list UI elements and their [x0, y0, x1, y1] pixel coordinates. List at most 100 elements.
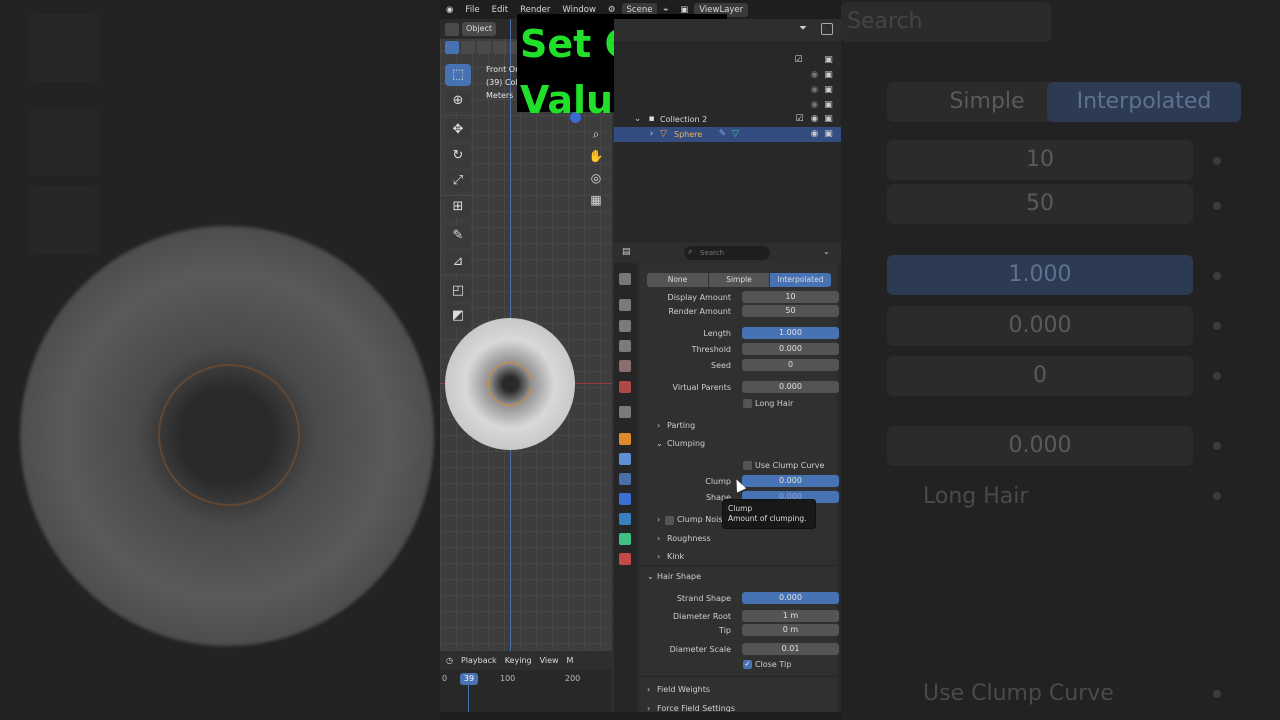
chevron-right-icon[interactable]: › — [657, 421, 660, 430]
chevron-down-icon[interactable]: ⌄ — [647, 572, 654, 581]
measure-icon[interactable]: ⊿ — [445, 251, 471, 273]
chevron-right-icon[interactable]: › — [657, 534, 660, 543]
modifier-tab-icon[interactable] — [619, 453, 631, 465]
diameter-scale-field[interactable]: 0.01 — [742, 643, 839, 655]
expand-arrow-icon[interactable]: › — [646, 129, 657, 140]
chevron-down-icon[interactable]: ⌄ — [823, 247, 830, 256]
mode-interpolated-button[interactable]: Interpolated — [770, 273, 831, 287]
constraints-tab-icon[interactable] — [619, 513, 631, 525]
mesh-data-icon[interactable]: ▽ — [730, 129, 741, 140]
render-camera-icon[interactable]: ▣ — [823, 85, 834, 96]
render-camera-icon[interactable]: ▣ — [823, 114, 834, 125]
mode-none-button[interactable]: None — [647, 273, 708, 287]
data-tab-icon[interactable] — [619, 533, 631, 545]
seed-field[interactable]: 0 — [742, 359, 839, 371]
clump-field[interactable]: 0.000 — [742, 475, 839, 487]
threshold-field[interactable]: 0.000 — [742, 343, 839, 355]
rotate-icon[interactable]: ↻ — [445, 145, 471, 167]
clump-noise-checkbox[interactable] — [665, 516, 674, 525]
tip-field[interactable]: 0 m — [742, 624, 839, 636]
blender-logo-icon[interactable]: ◉ — [440, 5, 459, 15]
eye-icon[interactable]: ◉ — [809, 129, 820, 140]
object-tab-icon[interactable] — [619, 433, 631, 445]
use-clump-curve-checkbox[interactable] — [743, 461, 752, 470]
eye-icon[interactable]: ◉ — [809, 100, 820, 111]
subpanel-kink[interactable]: Kink — [667, 552, 684, 561]
long-hair-checkbox[interactable] — [743, 399, 752, 408]
chevron-right-icon[interactable]: › — [657, 552, 660, 561]
menu-render[interactable]: Render — [514, 5, 556, 15]
chevron-right-icon[interactable]: › — [657, 515, 660, 524]
virtual-parents-field[interactable]: 0.000 — [742, 381, 839, 393]
transform-icon[interactable]: ⊞ — [445, 196, 471, 218]
editor-type-icon[interactable]: ▤ — [622, 247, 631, 257]
editor-type-icon[interactable]: ◷ — [446, 656, 453, 665]
checkbox-icon[interactable]: ☑ — [793, 55, 804, 66]
checkbox-icon[interactable]: ☑ — [794, 114, 805, 125]
scale-icon[interactable]: ⤢ — [445, 170, 471, 192]
subpanel-parting[interactable]: Parting — [667, 421, 695, 430]
eye-icon[interactable]: ◉ — [809, 85, 820, 96]
menu-marker[interactable]: M — [567, 656, 574, 665]
render-camera-icon[interactable]: ▣ — [823, 129, 834, 140]
particles-tab-icon[interactable] — [619, 473, 631, 485]
mode-simple-button[interactable]: Simple — [709, 273, 769, 287]
select-invert-icon[interactable] — [493, 41, 507, 54]
menu-keying[interactable]: Keying — [505, 656, 532, 665]
panel-field-weights[interactable]: Field Weights — [657, 685, 710, 694]
select-extend-icon[interactable] — [461, 41, 475, 54]
render-camera-icon[interactable]: ▣ — [823, 70, 834, 81]
pan-hand-icon[interactable]: ✋ — [586, 146, 606, 166]
chevron-down-icon[interactable]: ⌄ — [656, 439, 663, 448]
eye-icon[interactable]: ◉ — [809, 70, 820, 81]
tool-tab-icon[interactable] — [619, 273, 631, 285]
scene-icon[interactable]: ⚙ — [602, 5, 622, 15]
length-field[interactable]: 1.000 — [742, 327, 839, 339]
close-tip-checkbox[interactable]: ✓ — [743, 660, 752, 669]
scene-tab-icon[interactable] — [619, 360, 631, 372]
add-object-icon[interactable]: ◩ — [445, 305, 471, 327]
render-tab-icon[interactable] — [619, 299, 631, 311]
collection-tab-icon[interactable] — [619, 406, 631, 418]
output-tab-icon[interactable] — [619, 320, 631, 332]
diameter-root-field[interactable]: 1 m — [742, 610, 839, 622]
add-cube-icon[interactable]: ◰ — [445, 280, 471, 302]
menu-edit[interactable]: Edit — [486, 5, 514, 15]
expand-arrow-icon[interactable]: ⌄ — [632, 114, 643, 125]
grid-icon[interactable]: ▦ — [586, 190, 606, 210]
panel-hair-shape[interactable]: Hair Shape — [657, 572, 701, 581]
render-amount-field[interactable]: 50 — [742, 305, 839, 317]
subpanel-clumping[interactable]: Clumping — [667, 439, 705, 448]
menu-playback[interactable]: Playback — [461, 656, 497, 665]
filter-icon[interactable]: ⏷ — [799, 23, 807, 34]
strand-shape-field[interactable]: 0.000 — [742, 592, 839, 604]
material-tab-icon[interactable] — [619, 553, 631, 565]
select-subtract-icon[interactable] — [477, 41, 491, 54]
modifier-wrench-icon[interactable]: ✎ — [717, 129, 728, 140]
subpanel-clump-noise[interactable]: Clump Noise — [677, 515, 727, 524]
render-camera-icon[interactable]: ▣ — [823, 100, 834, 111]
render-camera-icon[interactable]: ▣ — [823, 55, 834, 66]
outliner-row-collection[interactable]: ⌄ ▪ Collection 2 ☑ ◉ ▣ — [614, 112, 841, 127]
eye-icon[interactable]: ◉ — [809, 114, 820, 125]
outliner-row-sphere[interactable]: › ▽ Sphere ✎ ▽ ◉ ▣ — [614, 127, 841, 142]
menu-file[interactable]: File — [459, 5, 485, 15]
mode-selector[interactable]: Object — [462, 22, 497, 36]
annotate-icon[interactable]: ✎ — [445, 225, 471, 247]
properties-search[interactable]: Search — [684, 246, 770, 260]
cursor-icon[interactable]: ⊕ — [445, 90, 471, 112]
menu-view[interactable]: View — [540, 656, 559, 665]
pin-icon[interactable]: ⌖ — [657, 5, 674, 15]
move-icon[interactable]: ✥ — [445, 119, 471, 141]
current-frame-indicator[interactable]: 39 — [460, 673, 478, 685]
menu-window[interactable]: Window — [556, 5, 602, 15]
view-layer-icon[interactable]: ▣ — [674, 5, 694, 15]
view-layer-tab-icon[interactable] — [619, 340, 631, 352]
select-box-icon[interactable]: ⬚ — [445, 64, 471, 86]
subpanel-roughness[interactable]: Roughness — [667, 534, 711, 543]
select-new-icon[interactable] — [445, 41, 459, 54]
camera-icon[interactable]: ◎ — [586, 168, 606, 188]
world-tab-icon[interactable] — [619, 381, 631, 393]
new-collection-icon[interactable] — [821, 23, 833, 35]
display-amount-field[interactable]: 10 — [742, 291, 839, 303]
